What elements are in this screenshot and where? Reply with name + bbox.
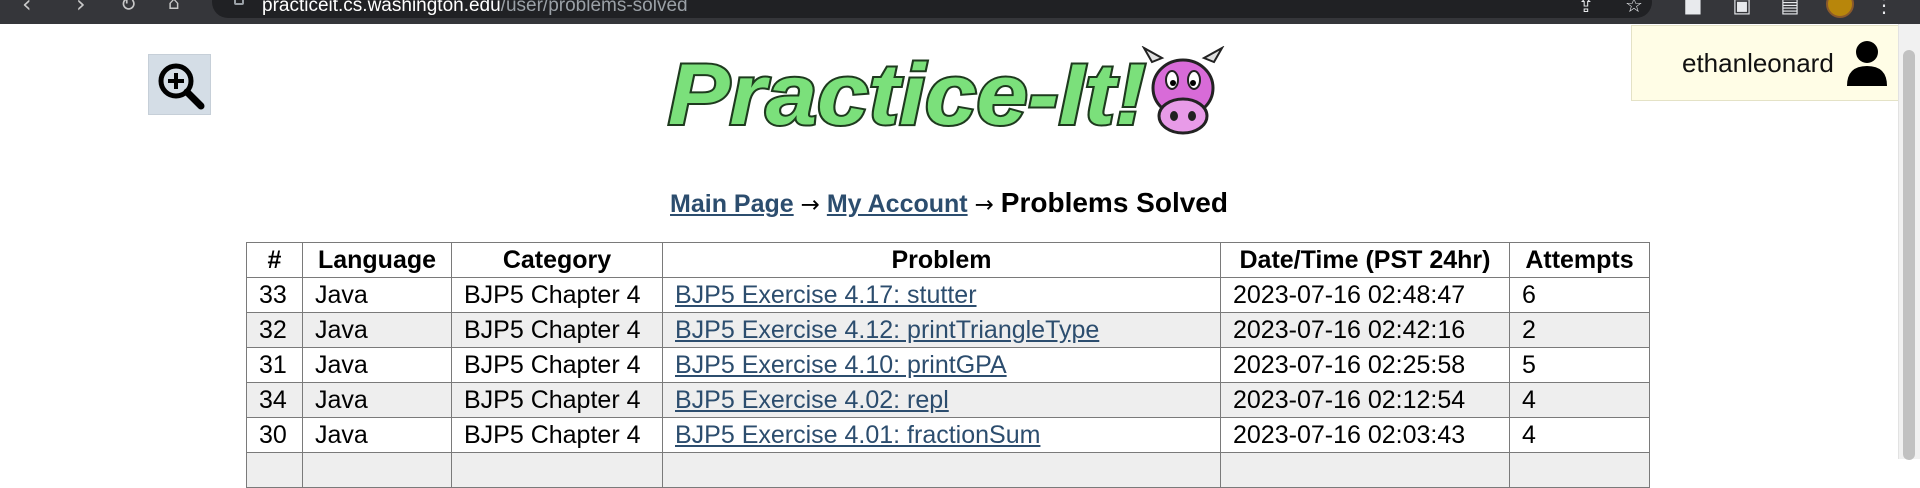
cell-number	[246, 452, 303, 488]
table-header-row: # Language Category Problem Date/Time (P…	[246, 242, 1650, 278]
cell-number: 32	[246, 312, 303, 348]
url-path: /user/problems-solved	[500, 0, 688, 16]
column-header-number[interactable]: #	[246, 242, 303, 278]
problem-link[interactable]: BJP5 Exercise 4.02: repl	[675, 386, 949, 414]
cell-datetime	[1220, 452, 1510, 488]
column-header-datetime[interactable]: Date/Time (PST 24hr)	[1220, 242, 1510, 278]
practice-it-logo[interactable]: Practice-It!	[664, 45, 1234, 145]
column-header-language[interactable]: Language	[302, 242, 452, 278]
cell-problem: BJP5 Exercise 4.17: stutter	[662, 277, 1221, 313]
sidebar-icon[interactable]: ▤	[1780, 0, 1800, 15]
zoom-in-icon	[158, 63, 205, 110]
cell-language: Java	[302, 382, 452, 418]
cell-attempts: 2	[1509, 312, 1650, 348]
cell-problem: BJP5 Exercise 4.12: printTriangleType	[662, 312, 1221, 348]
breadcrumb-main-page-link[interactable]: Main Page	[670, 190, 794, 218]
forward-icon[interactable]: ›	[76, 0, 86, 16]
cell-attempts	[1509, 452, 1650, 488]
cell-number: 34	[246, 382, 303, 418]
cell-attempts: 5	[1509, 347, 1650, 383]
problem-link[interactable]: BJP5 Exercise 4.12: printTriangleType	[675, 316, 1099, 344]
address-bar[interactable]: practiceit.cs.washington.edu/user/proble…	[212, 0, 1652, 18]
user-icon	[1847, 41, 1887, 86]
cell-language	[302, 452, 452, 488]
breadcrumb-arrow: →	[800, 192, 820, 218]
share-icon[interactable]: ⇪	[1576, 0, 1596, 15]
cell-datetime: 2023-07-16 02:42:16	[1220, 312, 1510, 348]
table-row: 34 Java BJP5 Chapter 4 BJP5 Exercise 4.0…	[246, 382, 1650, 418]
username[interactable]: ethanleonard	[1682, 48, 1834, 78]
page-scrollbar[interactable]	[1898, 24, 1920, 460]
cell-attempts: 4	[1509, 417, 1650, 453]
cell-category	[451, 452, 663, 488]
user-account-box[interactable]: ethanleonard	[1631, 25, 1898, 101]
cell-problem	[662, 452, 1221, 488]
table-row: 31 Java BJP5 Chapter 4 BJP5 Exercise 4.1…	[246, 347, 1650, 383]
scrollbar-thumb[interactable]	[1903, 50, 1915, 460]
cell-category: BJP5 Chapter 4	[451, 277, 663, 313]
download-icon[interactable]: ▣	[1732, 0, 1752, 15]
problems-solved-table: # Language Category Problem Date/Time (P…	[246, 242, 1650, 488]
breadcrumb: Main Page → My Account → Problems Solved	[0, 187, 1898, 221]
cell-datetime: 2023-07-16 02:03:43	[1220, 417, 1510, 453]
logo-text: Practice-It!	[668, 47, 1146, 142]
logo-graphic: Practice-It!	[666, 45, 1225, 145]
url-text: practiceit.cs.washington.edu/user/proble…	[262, 0, 688, 15]
cell-datetime: 2023-07-16 02:48:47	[1220, 277, 1510, 313]
column-header-problem[interactable]: Problem	[662, 242, 1221, 278]
cell-category: BJP5 Chapter 4	[451, 347, 663, 383]
cell-category: BJP5 Chapter 4	[451, 312, 663, 348]
column-header-category[interactable]: Category	[451, 242, 663, 278]
cell-category: BJP5 Chapter 4	[451, 417, 663, 453]
browser-toolbar: ‹ › ↻ ⌂ practiceit.cs.washington.edu/use…	[0, 0, 1920, 24]
cell-attempts: 6	[1509, 277, 1650, 313]
breadcrumb-arrow: →	[974, 192, 994, 218]
lock-icon	[234, 0, 244, 5]
home-icon[interactable]: ⌂	[168, 0, 179, 16]
cell-language: Java	[302, 277, 452, 313]
url-host: practiceit.cs.washington.edu	[262, 0, 501, 16]
cell-category: BJP5 Chapter 4	[451, 382, 663, 418]
cell-problem: BJP5 Exercise 4.10: printGPA	[662, 347, 1221, 383]
cell-language: Java	[302, 312, 452, 348]
menu-icon[interactable]: ⋮	[1874, 0, 1894, 15]
cell-number: 30	[246, 417, 303, 453]
zoom-button[interactable]	[148, 54, 211, 115]
breadcrumb-my-account-link[interactable]: My Account	[827, 190, 968, 218]
cow-mascot-icon	[1141, 45, 1225, 135]
problem-link[interactable]: BJP5 Exercise 4.17: stutter	[675, 281, 977, 309]
extension-icon[interactable]: ■	[1683, 0, 1703, 15]
cell-language: Java	[302, 417, 452, 453]
cell-datetime: 2023-07-16 02:12:54	[1220, 382, 1510, 418]
problem-link[interactable]: BJP5 Exercise 4.01: fractionSum	[675, 421, 1040, 449]
cell-language: Java	[302, 347, 452, 383]
cell-problem: BJP5 Exercise 4.02: repl	[662, 382, 1221, 418]
back-icon[interactable]: ‹	[22, 0, 32, 16]
column-header-attempts[interactable]: Attempts	[1509, 242, 1650, 278]
page-title: Problems Solved	[1000, 187, 1228, 218]
profile-avatar[interactable]	[1826, 0, 1854, 18]
cell-problem: BJP5 Exercise 4.01: fractionSum	[662, 417, 1221, 453]
table-row	[246, 452, 1650, 488]
cell-datetime: 2023-07-16 02:25:58	[1220, 347, 1510, 383]
cell-number: 33	[246, 277, 303, 313]
table-row: 30 Java BJP5 Chapter 4 BJP5 Exercise 4.0…	[246, 417, 1650, 453]
table-row: 33 Java BJP5 Chapter 4 BJP5 Exercise 4.1…	[246, 277, 1650, 313]
reload-icon[interactable]: ↻	[120, 0, 137, 16]
cell-attempts: 4	[1509, 382, 1650, 418]
cell-number: 31	[246, 347, 303, 383]
table-row: 32 Java BJP5 Chapter 4 BJP5 Exercise 4.1…	[246, 312, 1650, 348]
bookmark-star-icon[interactable]: ☆	[1624, 0, 1644, 15]
problem-link[interactable]: BJP5 Exercise 4.10: printGPA	[675, 351, 1007, 379]
